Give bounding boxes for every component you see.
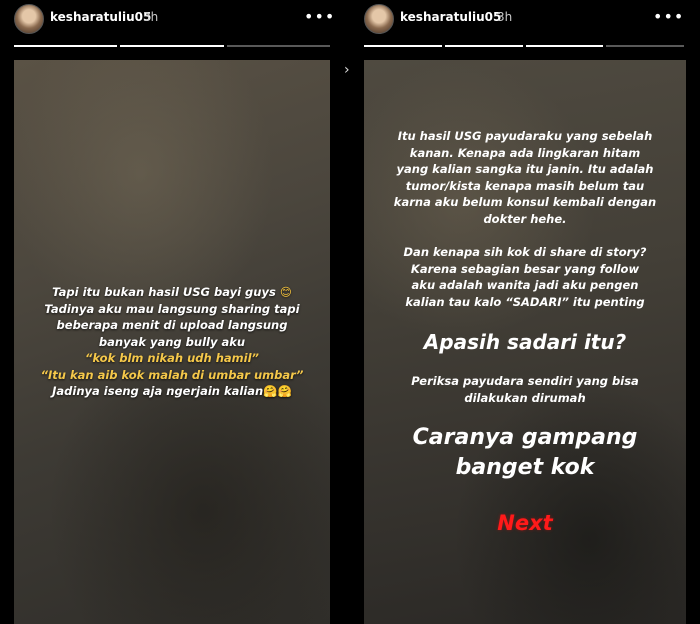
caption-line: tumor/kista kenapa masih belum tau bbox=[405, 178, 645, 193]
username[interactable]: kesharatuliu05 bbox=[50, 10, 151, 24]
heading-line: banget kok bbox=[455, 455, 595, 480]
caption-line: dokter hehe. bbox=[483, 211, 567, 226]
story-panel-left: kesharatuliu05 3h ••• Tapi itu bukan has… bbox=[0, 0, 346, 624]
progress-segment bbox=[444, 45, 523, 47]
caption-line: Karena sebagian besar yang follow bbox=[410, 261, 640, 276]
caption-line: kalian tau kalo “SADARI” itu penting bbox=[405, 294, 645, 309]
progress-segment bbox=[606, 45, 684, 47]
caption-line: Itu hasil USG payudaraku yang sebelah bbox=[397, 129, 653, 143]
story-caption: Tapi itu bukan hasil USG bayi guys 😊 Tad… bbox=[14, 284, 330, 400]
story-progress-bar bbox=[364, 45, 684, 48]
caption-line: dilakukan dirumah bbox=[464, 390, 586, 405]
avatar[interactable] bbox=[364, 4, 394, 34]
progress-segment bbox=[120, 45, 224, 47]
section-heading: Caranya gampang banget kok bbox=[364, 423, 686, 483]
section-heading: Apasih sadari itu? bbox=[423, 330, 627, 354]
story-progress-bar bbox=[14, 45, 330, 48]
story-header: kesharatuliu05 3h ••• bbox=[350, 0, 700, 40]
caption-line: banyak yang bully aku bbox=[98, 334, 246, 349]
smile-emoji-icon: 😊 bbox=[279, 285, 292, 299]
progress-segment bbox=[226, 45, 330, 47]
progress-segment bbox=[525, 45, 604, 47]
caption-quote: “Itu kan aib kok malah di umbar umbar” bbox=[40, 367, 304, 382]
caption-paragraph: Itu hasil USG payudaraku yang sebelah ka… bbox=[364, 128, 686, 227]
caption-line: Tadinya aku mau langsung sharing tapi bbox=[44, 301, 300, 316]
caption-line: yang kalian sangka itu janin. Itu adalah bbox=[396, 162, 654, 176]
caption-line: karna aku belum konsul kembali dengan bbox=[393, 195, 657, 209]
username[interactable]: kesharatuliu05 bbox=[400, 10, 501, 24]
story-photo[interactable]: Tapi itu bukan hasil USG bayi guys 😊 Tad… bbox=[14, 60, 330, 624]
avatar[interactable] bbox=[14, 4, 44, 34]
timestamp: 3h bbox=[143, 10, 159, 24]
hug-emoji-icon: 🤗🤗 bbox=[263, 384, 292, 398]
story-panel-right: kesharatuliu05 3h ••• Itu hasil USG payu… bbox=[350, 0, 700, 624]
caption-line: beberapa menit di upload langsung bbox=[56, 318, 288, 332]
next-story-chevron-icon[interactable]: › bbox=[344, 62, 350, 78]
next-link[interactable]: Next bbox=[364, 511, 686, 535]
caption-line: kanan. Kenapa ada lingkaran hitam bbox=[409, 145, 641, 160]
progress-segment bbox=[364, 45, 442, 47]
story-header: kesharatuliu05 3h ••• bbox=[0, 0, 346, 40]
caption-paragraph: Periksa payudara sendiri yang bisa dilak… bbox=[364, 373, 686, 406]
more-options-icon[interactable]: ••• bbox=[653, 7, 684, 26]
timestamp: 3h bbox=[497, 10, 513, 24]
story-photo[interactable]: Itu hasil USG payudaraku yang sebelah ka… bbox=[364, 60, 686, 624]
caption-line: aku adalah wanita jadi aku pengen bbox=[411, 278, 639, 292]
caption-line: Dan kenapa sih kok di share di story? bbox=[403, 245, 647, 259]
caption-quote: “kok blm nikah udh hamil” bbox=[85, 351, 259, 365]
progress-segment bbox=[14, 45, 118, 47]
caption-paragraph: Dan kenapa sih kok di share di story? Ka… bbox=[364, 244, 686, 310]
caption-line: Tapi itu bukan hasil USG bayi guys bbox=[52, 285, 276, 299]
heading-line: Caranya gampang bbox=[412, 425, 638, 450]
caption-line: Periksa payudara sendiri yang bisa bbox=[411, 374, 639, 388]
more-options-icon[interactable]: ••• bbox=[304, 7, 335, 26]
caption-line: Jadinya iseng aja ngerjain kalian bbox=[52, 384, 264, 398]
